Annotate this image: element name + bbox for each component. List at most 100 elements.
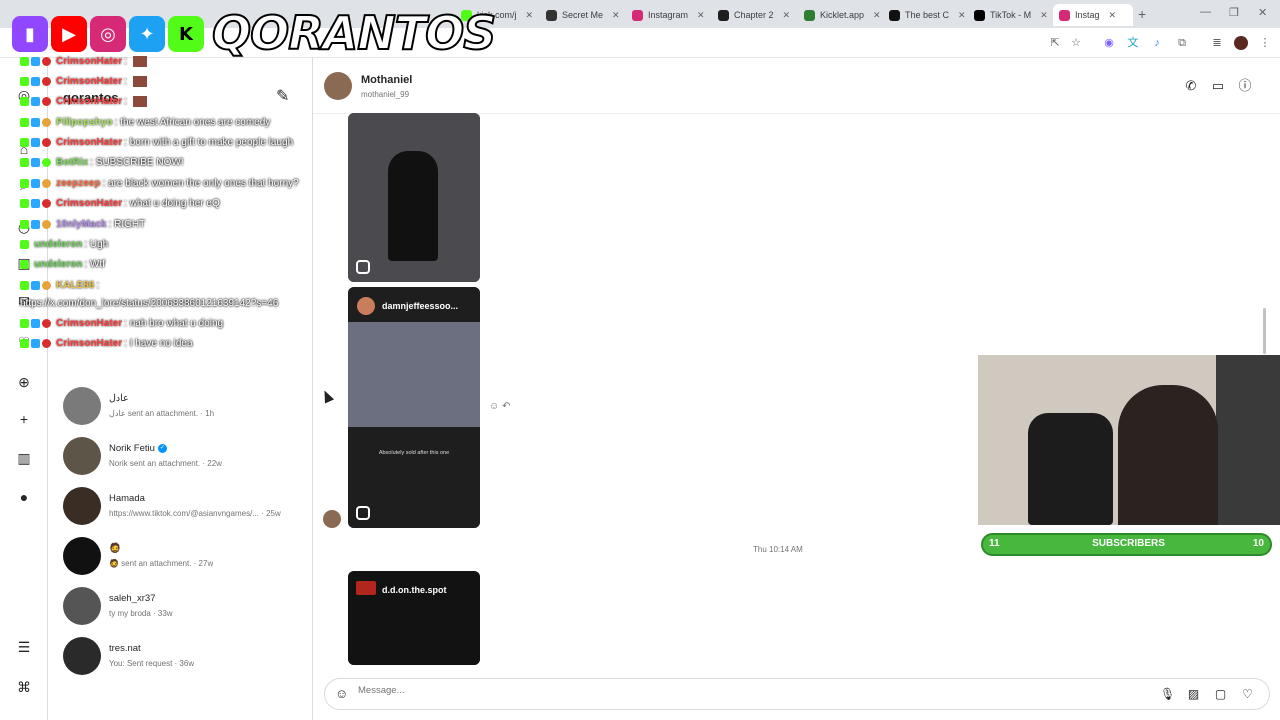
conversation-preview: https://www.tiktok.com/@asianvngames/...… [109, 509, 281, 518]
reels-icon [356, 506, 370, 520]
close-icon[interactable]: ✕ [1040, 10, 1048, 21]
conversation-item[interactable]: Norik Fetiu ✓ Norik sent an attachment. ·… [63, 434, 308, 480]
conversation-item[interactable]: 🧔 🧔 sent an attachment. · 27w [63, 534, 308, 580]
verified-badge-icon [42, 158, 51, 167]
image-icon[interactable]: ▨ [1186, 687, 1201, 702]
bookmark-star-icon[interactable]: ☆ [1069, 36, 1083, 50]
chat-scrollbar[interactable] [1263, 308, 1266, 354]
chat-line: zeepzeep: are black women the only ones … [20, 178, 299, 189]
chat-line: CrimsonHater: nah bro what u doing [20, 318, 223, 329]
react-icon[interactable]: ☺ ↶ [489, 401, 510, 412]
close-icon[interactable]: ✕ [1109, 10, 1117, 21]
compose-icon[interactable]: ✎ [276, 86, 289, 106]
heart-badge-icon [42, 97, 51, 106]
chat-contact-handle: mothaniel_99 [361, 90, 410, 99]
sub-badge-icon [31, 281, 40, 290]
kick-badge-icon [20, 57, 29, 66]
conversation-item[interactable]: tres.nat You: Sent request · 36w [63, 634, 308, 680]
kick-badge-icon [20, 260, 29, 269]
emote-icon [132, 96, 147, 107]
chat-line: undeleron: Wtf [20, 259, 105, 270]
crown-icon [718, 9, 729, 21]
extensions-puzzle-icon[interactable]: ⧉ [1175, 36, 1189, 50]
maximize-icon[interactable]: ❐ [1229, 6, 1239, 19]
info-icon[interactable]: ⓘ [1237, 78, 1253, 94]
chat-avatar[interactable] [324, 72, 352, 100]
close-icon[interactable]: ✕ [526, 10, 534, 21]
close-icon[interactable]: ✕ [783, 10, 791, 21]
tiktok-icon [974, 9, 985, 21]
heart-icon[interactable]: ♡ [1240, 687, 1255, 702]
profile-avatar[interactable] [1234, 36, 1248, 50]
translate-icon[interactable]: 文 [1126, 36, 1140, 50]
chat-line: CrimsonHater: [20, 96, 147, 107]
reel-figure [388, 151, 438, 261]
chat-contact-name[interactable]: Mothaniel [361, 74, 412, 86]
instagram-icon: ◎ [90, 16, 126, 52]
mic-icon[interactable]: 🎙 [1160, 687, 1175, 702]
message-input[interactable] [358, 685, 1058, 696]
browser-tab-active[interactable]: Instag ✕ [1053, 4, 1133, 26]
close-icon[interactable]: ✕ [697, 10, 705, 21]
chat-line: undeleron: Ugh [20, 239, 108, 250]
window-close-icon[interactable]: ✕ [1258, 6, 1267, 19]
dashboard-icon[interactable]: ▥ [15, 449, 33, 467]
threads-icon[interactable]: + [15, 410, 33, 428]
phone-icon[interactable]: ✆ [1183, 78, 1199, 94]
browser-tab-5[interactable]: Kicklet.app ✕ [798, 4, 882, 26]
apps-icon[interactable]: ⌘ [15, 678, 33, 696]
emoji-icon[interactable]: ☺ [335, 686, 348, 701]
minimize-icon[interactable]: — [1200, 6, 1211, 18]
close-icon[interactable]: ✕ [873, 10, 881, 21]
extension-icon[interactable]: ◉ [1102, 36, 1116, 50]
sub-badge-icon [31, 319, 40, 328]
webcam-door [1216, 355, 1280, 525]
kick-badge-icon [20, 77, 29, 86]
reading-list-icon[interactable]: ≣ [1210, 36, 1224, 50]
kick-badge-icon [20, 339, 29, 348]
browser-tab-2[interactable]: Secret Me ✕ [540, 4, 624, 26]
streamer-brand: QORANTOS [211, 5, 497, 61]
chat-header: Mothaniel mothaniel_99 ✆ ▭ ⓘ [313, 58, 1280, 114]
kick-badge-icon [20, 199, 29, 208]
shared-reel[interactable] [348, 113, 480, 282]
heart-badge-icon [42, 138, 51, 147]
close-icon[interactable]: ✕ [612, 10, 620, 21]
conversation-item[interactable]: Hamada https://www.tiktok.com/@asianvnga… [63, 484, 308, 530]
install-icon[interactable]: ⇱ [1048, 36, 1062, 50]
kick-badge-icon [20, 158, 29, 167]
heart-badge-icon [42, 57, 51, 66]
reel-caption: Absolutely sold after this one [378, 450, 450, 456]
profile-icon[interactable]: ● [15, 488, 33, 506]
conversation-item[interactable]: saleh_xr37 ty my broda · 33w [63, 584, 308, 630]
instagram-icon [1059, 9, 1070, 21]
browser-menu-icon[interactable]: ⋮ [1258, 36, 1272, 50]
new-tab-button[interactable]: + [1138, 6, 1146, 22]
chat-line: https://x.com/don_lore/status/2006838601… [20, 298, 279, 309]
video-icon[interactable]: ▭ [1210, 78, 1226, 94]
menu-icon[interactable]: ☰ [15, 638, 33, 656]
shared-reel[interactable]: damnjeffeessoo... Absolutely sold after … [348, 287, 480, 528]
create-icon[interactable]: ⊕ [15, 373, 33, 391]
browser-tab-6[interactable]: The best C ✕ [883, 4, 967, 26]
kick-badge-icon [20, 138, 29, 147]
conversation-name: tres.nat [109, 643, 141, 654]
reel-owner: damnjeffeessoo... [382, 301, 459, 311]
browser-tab-4[interactable]: Chapter 2 ✕ [712, 4, 796, 26]
close-icon[interactable]: ✕ [958, 10, 966, 21]
channel-logo-icon [356, 581, 376, 595]
emote-icon [132, 76, 147, 87]
kick-icon: K [168, 16, 204, 52]
sticker-icon[interactable]: ▢ [1213, 687, 1228, 702]
github-icon [889, 9, 900, 21]
kicklet-icon [804, 9, 815, 21]
twitter-icon: ✦ [129, 16, 165, 52]
browser-tab-3[interactable]: Instagram ✕ [626, 4, 710, 26]
audio-extension-icon[interactable]: ♪ [1150, 36, 1164, 50]
chat-line: BotRix: SUBSCRIBE NOW! [20, 157, 184, 168]
browser-tab-7[interactable]: TikTok - M ✕ [968, 4, 1052, 26]
avatar [63, 637, 101, 675]
shared-reel[interactable]: d.d.on.the.spot [348, 571, 480, 665]
conversation-item[interactable]: عادل عادل sent an attachment. · 1h [63, 384, 308, 430]
chat-line: CrimsonHater: what u doing her eQ [20, 198, 220, 209]
